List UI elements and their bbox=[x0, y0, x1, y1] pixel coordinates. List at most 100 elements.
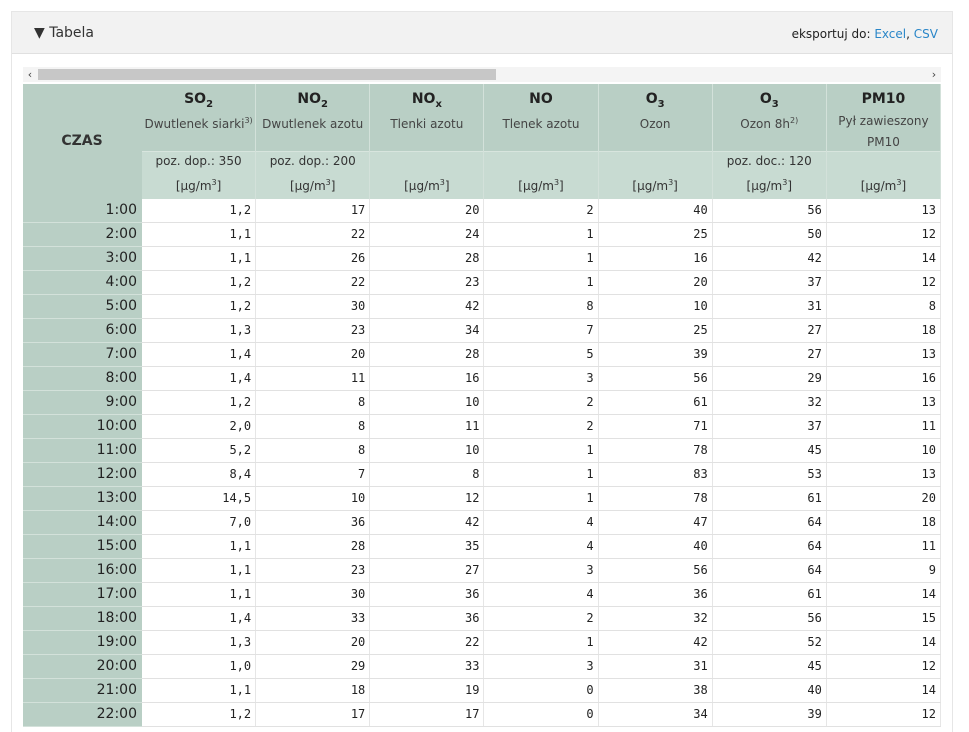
time-cell: 6:00 bbox=[23, 318, 142, 343]
value-cell: 38 bbox=[598, 678, 713, 703]
column-header: O3 Ozon bbox=[598, 84, 713, 152]
scroll-left-icon[interactable]: ‹ bbox=[23, 67, 37, 82]
value-cell: 10 bbox=[255, 486, 371, 511]
value-cell: 56 bbox=[712, 606, 827, 631]
description-text: Ozon 8h bbox=[740, 116, 791, 131]
value-cell: 1,3 bbox=[141, 630, 257, 655]
limit-value: poz. dop.: 350 bbox=[155, 153, 242, 168]
table-row: 14:00 7,0 36 42 4 47 64 18 bbox=[23, 510, 942, 535]
unit-close: ] bbox=[216, 178, 222, 193]
value-cell: 8 bbox=[369, 462, 485, 487]
unit-close: ] bbox=[330, 178, 336, 193]
time-cell: 11:00 bbox=[23, 438, 142, 463]
value-cell: 1,4 bbox=[141, 366, 257, 391]
value-cell: 42 bbox=[712, 246, 827, 271]
value-cell: 28 bbox=[369, 342, 485, 367]
value-cell: 28 bbox=[255, 534, 371, 559]
time-cell: 16:00 bbox=[23, 558, 142, 583]
value-cell: 64 bbox=[712, 510, 827, 535]
description-text: Dwutlenek siarki bbox=[144, 116, 245, 131]
value-cell: 27 bbox=[712, 318, 827, 343]
unit-header: poz. dop.: 200 [µg/m3] bbox=[255, 150, 371, 199]
symbol-text: NO bbox=[297, 91, 322, 107]
value-cell: 17 bbox=[255, 198, 371, 223]
table-row: 10:00 2,0 8 11 2 71 37 11 bbox=[23, 414, 942, 439]
value-cell: 14 bbox=[826, 246, 942, 271]
value-cell: 39 bbox=[598, 342, 713, 367]
unit-text: [µg/m bbox=[746, 178, 783, 193]
value-cell: 14,5 bbox=[141, 486, 257, 511]
value-cell: 42 bbox=[369, 510, 485, 535]
pollutant-symbol: NO bbox=[484, 91, 597, 110]
value-cell: 34 bbox=[369, 318, 485, 343]
value-cell: 1 bbox=[483, 486, 599, 511]
value-cell: 42 bbox=[598, 630, 713, 655]
table-row: 12:00 8,4 7 8 1 83 53 13 bbox=[23, 462, 942, 487]
table-row: 1:00 1,2 17 20 2 40 56 13 bbox=[23, 198, 942, 223]
pollutant-symbol: PM10 bbox=[827, 91, 940, 110]
time-cell: 21:00 bbox=[23, 678, 142, 703]
value-cell: 8 bbox=[255, 414, 371, 439]
value-cell: 64 bbox=[712, 534, 827, 559]
table-row: 17:00 1,1 30 36 4 36 61 14 bbox=[23, 582, 942, 607]
value-cell: 1,4 bbox=[141, 342, 257, 367]
symbol-text: SO bbox=[184, 91, 207, 107]
value-cell: 16 bbox=[598, 246, 713, 271]
value-cell: 1,1 bbox=[141, 678, 257, 703]
value-cell: 23 bbox=[255, 318, 371, 343]
value-cell: 12 bbox=[826, 222, 942, 247]
value-cell: 36 bbox=[255, 510, 371, 535]
value-cell: 11 bbox=[255, 366, 371, 391]
column-header: NO2 Dwutlenek azotu bbox=[255, 84, 371, 152]
value-cell: 1,2 bbox=[141, 270, 257, 295]
pollutant-symbol: NOx bbox=[370, 91, 483, 110]
time-cell: 4:00 bbox=[23, 270, 142, 295]
export-excel-link[interactable]: Excel bbox=[874, 27, 906, 41]
value-cell: 78 bbox=[598, 438, 713, 463]
horizontal-scrollbar[interactable]: ‹ › bbox=[23, 67, 941, 82]
value-cell: 2 bbox=[483, 198, 599, 223]
value-cell: 19 bbox=[369, 678, 485, 703]
collapse-toggle[interactable]: ▼ Tabela bbox=[34, 25, 94, 41]
pollutant-description: Ozon 8h2) bbox=[713, 112, 826, 133]
time-cell: 9:00 bbox=[23, 390, 142, 415]
value-cell: 37 bbox=[712, 414, 827, 439]
value-cell: 1 bbox=[483, 462, 599, 487]
value-cell: 2 bbox=[483, 414, 599, 439]
value-cell: 1,1 bbox=[141, 582, 257, 607]
symbol-text: O bbox=[759, 91, 772, 107]
unit-text: [µg/m bbox=[289, 178, 326, 193]
export-csv-link[interactable]: CSV bbox=[914, 27, 938, 41]
value-cell: 1,4 bbox=[141, 606, 257, 631]
value-cell: 29 bbox=[255, 654, 371, 679]
scrollbar-thumb[interactable] bbox=[38, 69, 496, 80]
value-cell: 1 bbox=[483, 246, 599, 271]
export-links: eksportuj do: Excel, CSV bbox=[792, 27, 938, 41]
value-cell: 1 bbox=[483, 438, 599, 463]
unit-close: ] bbox=[787, 178, 792, 193]
value-cell: 5,2 bbox=[141, 438, 257, 463]
value-cell: 7 bbox=[255, 462, 371, 487]
value-cell: 1,1 bbox=[141, 558, 257, 583]
table-row: 9:00 1,2 8 10 2 61 32 13 bbox=[23, 390, 942, 415]
value-cell: 30 bbox=[255, 582, 371, 607]
unit-label: [µg/m3] bbox=[370, 174, 483, 199]
value-cell: 1,3 bbox=[141, 318, 257, 343]
value-cell: 14 bbox=[826, 582, 942, 607]
time-cell: 8:00 bbox=[23, 366, 142, 391]
unit-header: poz. dop.: 350 [µg/m3] bbox=[141, 150, 257, 199]
scroll-right-icon[interactable]: › bbox=[927, 67, 941, 82]
export-label: eksportuj do: bbox=[791, 27, 871, 41]
value-cell: 36 bbox=[369, 582, 485, 607]
value-cell: 42 bbox=[369, 294, 485, 319]
value-cell: 10 bbox=[369, 438, 485, 463]
unit-label: [µg/m3] bbox=[827, 174, 940, 199]
limit-value: poz. doc.: 120 bbox=[726, 153, 812, 168]
unit-label: [µg/m3] bbox=[713, 174, 826, 199]
value-cell: 71 bbox=[598, 414, 713, 439]
value-cell: 0 bbox=[483, 678, 599, 703]
value-cell: 13 bbox=[826, 342, 942, 367]
value-cell: 56 bbox=[712, 198, 827, 223]
value-cell: 11 bbox=[369, 414, 485, 439]
pollutant-symbol: O3 bbox=[713, 91, 826, 110]
